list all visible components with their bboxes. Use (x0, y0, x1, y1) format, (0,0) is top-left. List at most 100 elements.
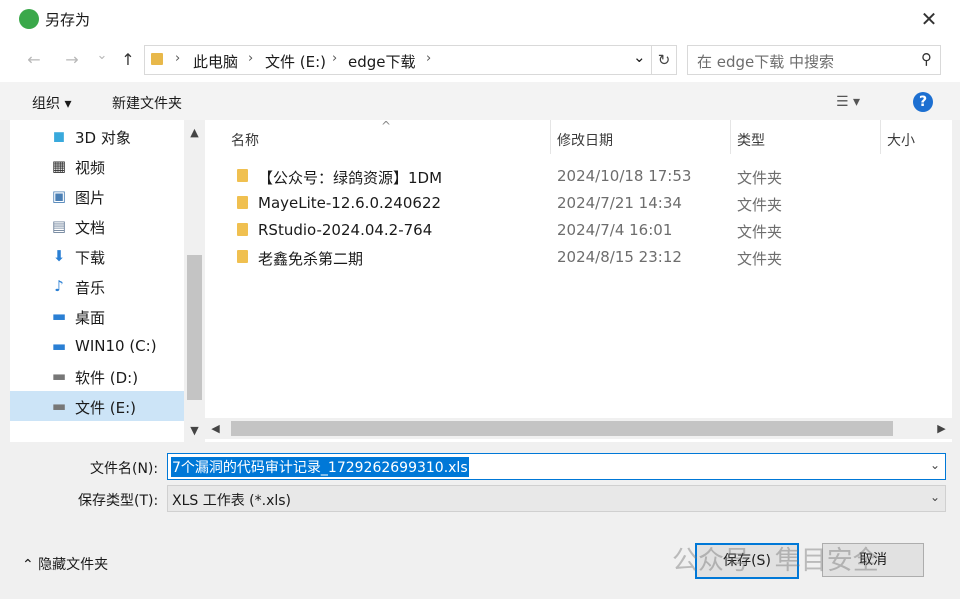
sidebar-item[interactable]: ◼ 3D 对象 (10, 121, 184, 151)
column-divider[interactable] (550, 120, 551, 154)
scroll-thumb[interactable] (187, 255, 202, 400)
pictures-icon: ▣ (51, 187, 67, 205)
file-name: 【公众号：绿鸽资源】1DM (258, 169, 443, 187)
filetype-label: 保存类型(T): (78, 493, 159, 509)
sidebar-scrollbar[interactable]: ▲ ▼ (184, 120, 205, 442)
navigation-pane: ◼ 3D 对象 ▦ 视频 ▣ 图片 ▤ 文档 ⬇ 下载 ♪ 音乐 ▬ 桌面 ▬ WIN10 (C:) ▬ 软件 (… (10, 120, 205, 442)
file-row[interactable]: 【公众号：绿鸽资源】1DM 2024/10/18 17:53 文件夹 (205, 162, 952, 189)
new-folder-button[interactable]: 新建文件夹 (112, 93, 182, 113)
file-list-hscrollbar[interactable]: ◀ ▶ (205, 418, 952, 439)
sidebar-item[interactable]: ▤ 文档 (10, 211, 184, 241)
breadcrumb-separator: › (332, 51, 338, 66)
column-header-size[interactable]: 大小 (887, 130, 915, 150)
drive-c-icon: ▬ (51, 337, 67, 355)
documents-icon: ▤ (51, 217, 67, 235)
address-dropdown-icon[interactable]: ⌄ (633, 48, 646, 66)
navigation-bar: ← → ⌄ ↑ › 此电脑 › 文件 (E:) › edge下载 › ⌄ ↻ 在… (0, 38, 960, 82)
hide-folders-toggle[interactable]: ⌃ 隐藏文件夹 (22, 554, 108, 574)
up-button[interactable]: ↑ (118, 50, 138, 69)
scroll-down-arrow[interactable]: ▼ (184, 424, 205, 437)
scroll-up-arrow[interactable]: ▲ (184, 126, 205, 139)
scroll-thumb[interactable] (231, 421, 893, 436)
filename-input[interactable]: 7个漏洞的代码审计记录_1729262699310.xls ⌄ (167, 453, 946, 480)
sidebar-item-label: 软件 (D:) (75, 369, 139, 387)
chevron-down-icon[interactable]: ⌄ (930, 458, 940, 472)
help-icon[interactable]: ? (913, 92, 933, 112)
column-header-modified[interactable]: 修改日期 (557, 130, 613, 150)
music-icon: ♪ (54, 277, 64, 295)
folder-icon (237, 169, 248, 182)
filename-label: 文件名(N): (90, 461, 159, 477)
file-row[interactable]: MayeLite-12.6.0.240622 2024/7/21 14:34 文件夹 (205, 189, 952, 216)
filetype-select[interactable]: XLS 工作表 (*.xls) ⌄ (167, 485, 946, 512)
sidebar-item[interactable]: ▬ 软件 (D:) (10, 361, 184, 391)
breadcrumb-separator: › (426, 51, 432, 66)
close-button[interactable]: ✕ (916, 6, 942, 32)
breadcrumb-drive-e[interactable]: 文件 (E:) (265, 51, 326, 72)
address-bar[interactable]: › 此电脑 › 文件 (E:) › edge下载 › ⌄ (144, 45, 652, 75)
sidebar-item[interactable]: ▬ WIN10 (C:) (10, 331, 184, 361)
sidebar-item[interactable]: ▣ 图片 (10, 181, 184, 211)
save-as-dialog: 另存为 ✕ ← → ⌄ ↑ › 此电脑 › 文件 (E:) › edge下载 ›… (0, 0, 960, 599)
drive-d-icon: ▬ (51, 367, 67, 385)
column-header-name[interactable]: 名称 (231, 130, 259, 150)
chevron-down-icon[interactable]: ⌄ (930, 490, 940, 504)
file-name: 老鑫免杀第二期 (258, 250, 364, 268)
back-button[interactable]: ← (24, 50, 44, 69)
video-icon: ▦ (51, 157, 67, 175)
recent-locations-button[interactable]: ⌄ (92, 48, 112, 63)
title-bar: 另存为 ✕ (0, 0, 960, 38)
filename-value[interactable]: 7个漏洞的代码审计记录_1729262699310.xls (171, 457, 469, 477)
file-modified: 2024/10/18 17:53 (557, 167, 692, 185)
sidebar-item[interactable]: ⬇ 下载 (10, 241, 184, 271)
sidebar-item-label: 音乐 (75, 279, 106, 297)
file-type: 文件夹 (737, 169, 783, 187)
download-icon: ⬇ (52, 247, 66, 265)
refresh-button[interactable]: ↻ (651, 45, 677, 75)
file-type: 文件夹 (737, 196, 783, 214)
organize-button[interactable]: 组织 ▾ (32, 93, 71, 113)
file-name: RStudio-2024.04.2-764 (258, 221, 433, 239)
breadcrumb-separator: › (248, 51, 254, 66)
desktop-icon: ▬ (51, 307, 67, 325)
breadcrumb-separator: › (175, 51, 181, 66)
app-icon (19, 9, 39, 29)
file-type: 文件夹 (737, 250, 783, 268)
column-divider[interactable] (880, 120, 881, 154)
column-header-type[interactable]: 类型 (737, 130, 765, 150)
sidebar-item-label: 桌面 (75, 309, 106, 327)
scroll-left-arrow[interactable]: ◀ (205, 422, 226, 435)
cube-icon: ◼ (52, 127, 66, 145)
sidebar-item[interactable]: ▦ 视频 (10, 151, 184, 181)
sidebar-item-label: 3D 对象 (75, 129, 131, 147)
search-icon[interactable]: ⚲ (921, 50, 932, 68)
sidebar-item[interactable]: ♪ 音乐 (10, 271, 184, 301)
forward-button[interactable]: → (62, 50, 82, 69)
breadcrumb-this-pc[interactable]: 此电脑 (193, 51, 238, 72)
file-modified: 2024/7/21 14:34 (557, 194, 682, 212)
view-options-icon[interactable]: ☰ ▾ (836, 94, 860, 110)
file-row[interactable]: RStudio-2024.04.2-764 2024/7/4 16:01 文件夹 (205, 216, 952, 243)
sidebar-item-label: 图片 (75, 189, 106, 207)
sidebar-item[interactable]: ▬ 文件 (E:) (10, 391, 184, 421)
drive-e-icon: ▬ (51, 397, 67, 415)
scroll-right-arrow[interactable]: ▶ (931, 422, 952, 435)
search-input[interactable]: 在 edge下载 中搜索 ⚲ (687, 45, 941, 75)
sidebar-item[interactable]: ▬ 桌面 (10, 301, 184, 331)
file-name: MayeLite-12.6.0.240622 (258, 194, 442, 212)
folder-icon (151, 53, 163, 65)
folder-icon (237, 223, 248, 236)
sidebar-item-label: 下载 (75, 249, 106, 267)
column-divider[interactable] (730, 120, 731, 154)
breadcrumb-edge-download[interactable]: edge下载 (348, 51, 416, 72)
sidebar-item-label: WIN10 (C:) (75, 337, 157, 355)
folder-icon (237, 196, 248, 209)
file-type: 文件夹 (737, 223, 783, 241)
folder-icon (237, 250, 248, 263)
file-row[interactable]: 老鑫免杀第二期 2024/8/15 23:12 文件夹 (205, 243, 952, 270)
file-list: ^ 名称 修改日期 类型 大小 【公众号：绿鸽资源】1DM 2024/10/18 … (205, 119, 952, 442)
sidebar-item-label: 文件 (E:) (75, 399, 137, 417)
file-modified: 2024/7/4 16:01 (557, 221, 673, 239)
file-modified: 2024/8/15 23:12 (557, 248, 682, 266)
search-placeholder: 在 edge下载 中搜索 (697, 53, 835, 71)
